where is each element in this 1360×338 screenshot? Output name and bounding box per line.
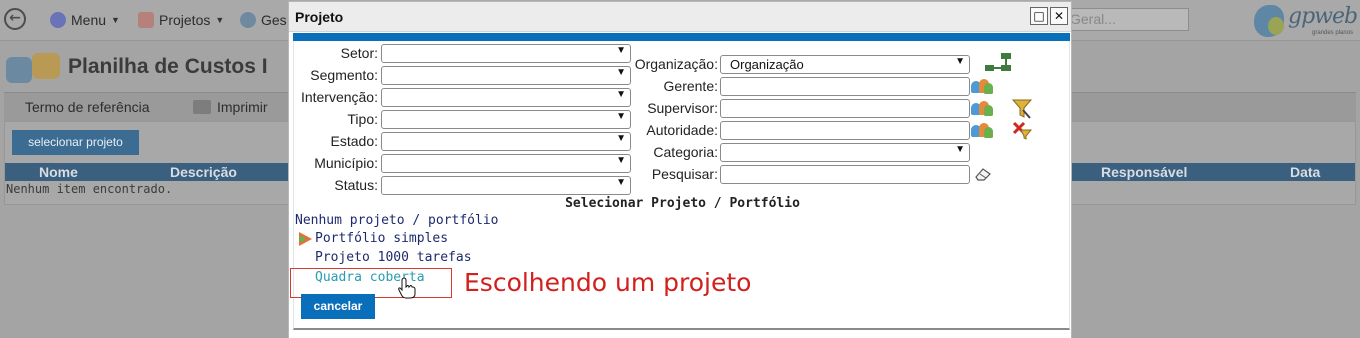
status-select[interactable]: ▼ — [381, 176, 631, 195]
column-header-responsavel[interactable]: Responsável — [1101, 164, 1187, 180]
dialog-header: Projeto □ ✕ — [289, 2, 1071, 32]
users-icon[interactable] — [971, 99, 993, 117]
tipo-select[interactable]: ▼ — [381, 110, 631, 129]
municipio-label: Município: — [314, 155, 378, 171]
dialog-accent-bar — [293, 33, 1070, 41]
maximize-icon[interactable]: □ — [1030, 7, 1048, 25]
search-placeholder: Geral... — [1070, 11, 1116, 27]
chevron-down-icon: ▼ — [616, 89, 626, 100]
pesquisar-input[interactable] — [720, 165, 970, 184]
logo-text: gpweb — [1288, 4, 1358, 29]
chevron-down-icon: ▼ — [616, 111, 626, 122]
intervencao-label: Intervenção: — [300, 89, 378, 105]
projects-label: Projetos — [159, 12, 211, 28]
filter-icon[interactable] — [1011, 98, 1033, 120]
printer-icon — [193, 100, 211, 114]
organizacao-select[interactable]: Organização ▼ — [720, 55, 970, 74]
dialog-title: Projeto — [295, 9, 344, 25]
pesquisar-label: Pesquisar: — [651, 166, 718, 182]
cancel-button[interactable]: cancelar — [301, 294, 375, 319]
empty-table-message: Nenhum item encontrado. — [6, 182, 173, 196]
chevron-down-icon: ▼ — [215, 15, 225, 25]
chevron-down-icon: ▼ — [955, 144, 965, 155]
categoria-select[interactable]: ▼ — [720, 143, 970, 162]
supervisor-label: Supervisor: — [647, 100, 718, 116]
close-icon[interactable]: ✕ — [1050, 7, 1068, 25]
chevron-down-icon: ▼ — [955, 56, 965, 67]
setor-label: Setor: — [340, 45, 378, 61]
hand-cursor-icon — [398, 277, 416, 299]
back-icon[interactable]: ← — [4, 8, 26, 30]
tree-item-project[interactable]: Projeto 1000 tarefas — [315, 250, 472, 265]
management-dropdown[interactable]: Ges — [240, 11, 287, 29]
page-header: Planilha de Custos I — [4, 47, 268, 87]
tree-item-portfolio[interactable]: Portfólio simples — [315, 231, 448, 246]
municipio-select[interactable]: ▼ — [381, 154, 631, 173]
chevron-down-icon: ▼ — [616, 67, 626, 78]
autoridade-label: Autoridade: — [646, 122, 718, 138]
menu-logo-icon — [50, 12, 66, 28]
section-title: Selecionar Projeto / Portfólio — [565, 196, 800, 211]
chevron-down-icon: ▼ — [616, 133, 626, 144]
column-header-data[interactable]: Data — [1290, 164, 1320, 180]
tab-termo-referencia[interactable]: Termo de referência — [25, 99, 150, 115]
clear-filter-icon[interactable] — [1011, 120, 1033, 140]
global-search-input[interactable]: Geral... — [1065, 8, 1189, 31]
organization-chart-icon[interactable] — [984, 52, 1012, 74]
puzzle-icon — [138, 12, 154, 28]
column-header-descricao[interactable]: Descrição — [170, 164, 237, 180]
eraser-icon[interactable] — [973, 166, 993, 182]
chevron-down-icon: ▼ — [616, 177, 626, 188]
users-icon[interactable] — [971, 121, 993, 139]
supervisor-input[interactable] — [720, 99, 970, 118]
tab-imprimir[interactable]: Imprimir — [193, 99, 268, 115]
page-title: Planilha de Custos I — [68, 55, 268, 78]
organizacao-value: Organização — [730, 57, 804, 72]
projects-dropdown[interactable]: Projetos ▼ — [138, 11, 224, 29]
annotation-caption: Escolhendo um projeto — [464, 268, 752, 297]
gerente-input[interactable] — [720, 77, 970, 96]
categoria-label: Categoria: — [653, 144, 718, 160]
tipo-label: Tipo: — [347, 111, 378, 127]
menu-dropdown[interactable]: Menu ▼ — [50, 11, 120, 29]
select-project-button[interactable]: selecionar projeto — [12, 130, 139, 155]
tree-item-none[interactable]: Nenhum projeto / portfólio — [295, 213, 499, 228]
column-header-nome[interactable]: Nome — [39, 164, 78, 180]
menu-label: Menu — [71, 12, 107, 28]
tab-imprimir-label: Imprimir — [217, 99, 268, 115]
chevron-down-icon: ▼ — [616, 155, 626, 166]
segmento-label: Segmento: — [310, 67, 378, 83]
chevron-down-icon: ▼ — [616, 45, 626, 56]
puzzle-icon — [4, 49, 64, 85]
segmento-select[interactable]: ▼ — [381, 66, 631, 85]
logo-subtitle: grandes planos — [1312, 30, 1354, 36]
autoridade-input[interactable] — [720, 121, 970, 140]
management-icon — [240, 12, 256, 28]
gerente-label: Gerente: — [663, 78, 718, 94]
status-label: Status: — [334, 177, 378, 193]
chevron-down-icon: ▼ — [111, 15, 120, 25]
management-label: Ges — [261, 12, 287, 28]
estado-label: Estado: — [330, 133, 378, 149]
setor-select[interactable]: ▼ — [381, 44, 631, 63]
estado-select[interactable]: ▼ — [381, 132, 631, 151]
gpweb-logo: gpweb grandes planos — [1254, 3, 1358, 39]
users-icon[interactable] — [971, 77, 993, 95]
portfolio-icon — [299, 232, 312, 246]
logo-mark-accent — [1268, 17, 1284, 35]
organizacao-label: Organização: — [634, 56, 718, 72]
intervencao-select[interactable]: ▼ — [381, 88, 631, 107]
